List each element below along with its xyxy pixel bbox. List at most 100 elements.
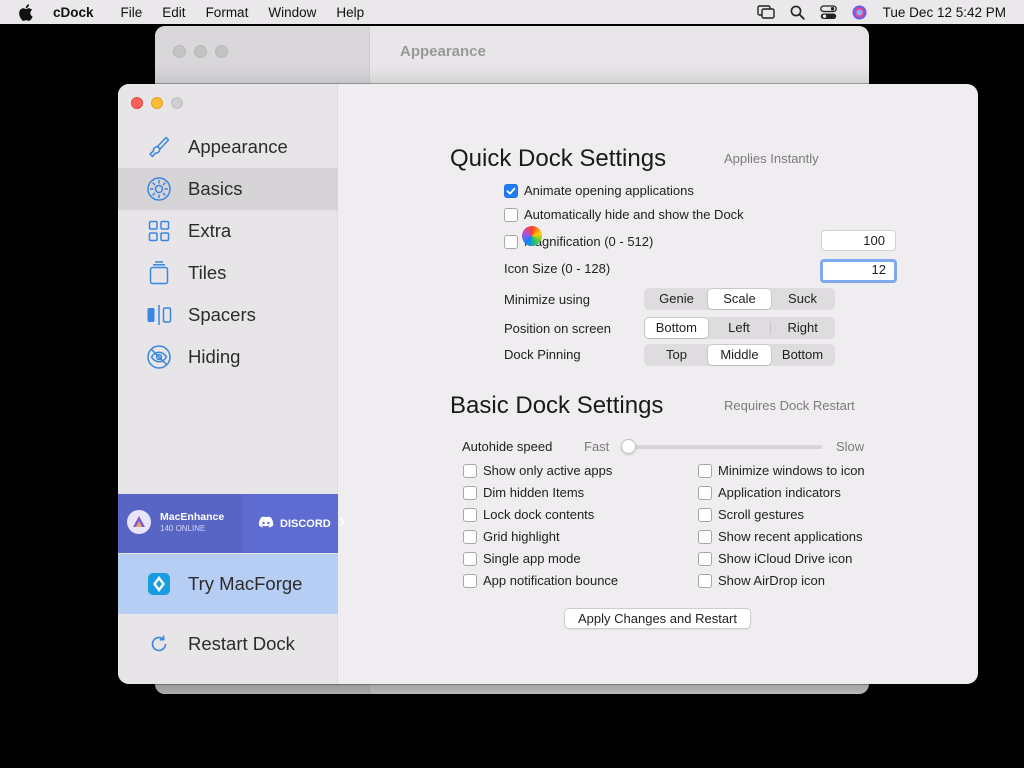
position-label: Position on screen (504, 321, 611, 336)
sidebar-item-extra[interactable]: Extra (118, 210, 338, 252)
spotlight-search-icon[interactable] (790, 5, 805, 20)
try-macforge-label: Try MacForge (188, 573, 303, 594)
menu-help[interactable]: Help (336, 5, 364, 20)
autohide-checkbox[interactable] (504, 208, 518, 222)
sidebar-item-label: Tiles (188, 262, 227, 283)
icon-size-label: Icon Size (0 - 128) (504, 261, 611, 276)
autohide-speed-slider-track[interactable] (622, 445, 822, 449)
position-left-option[interactable]: Left (708, 318, 771, 338)
tiles-icon (146, 260, 172, 286)
autohide-speed-label: Autohide speed (462, 439, 553, 454)
discord-banner[interactable]: MacEnhance 140 ONLINE DISCORD (118, 494, 345, 553)
dim-hidden-checkbox[interactable] (463, 486, 477, 500)
minimize-scale-option[interactable]: Scale (708, 289, 771, 309)
sidebar-item-hiding[interactable]: Hiding (118, 336, 338, 378)
pinning-segmented-control[interactable]: Top Middle Bottom (644, 344, 835, 366)
basic-settings-title: Basic Dock Settings (450, 392, 664, 419)
sidebar-item-tiles[interactable]: Tiles (118, 252, 338, 294)
siri-icon[interactable] (852, 5, 867, 20)
icloud-drive-label: Show iCloud Drive icon (718, 551, 853, 566)
gear-icon (146, 176, 172, 202)
menu-format[interactable]: Format (206, 5, 249, 20)
sidebar-item-basics[interactable]: Basics (118, 168, 338, 210)
minimize-suck-option[interactable]: Suck (771, 289, 834, 309)
grid-icon (146, 218, 172, 244)
discord-label: DISCORD (280, 517, 331, 530)
sidebar-item-label: Hiding (188, 346, 241, 367)
scroll-gestures-label: Scroll gestures (718, 507, 804, 522)
basics-pane: Quick Dock Settings Applies Instantly An… (339, 84, 978, 684)
airdrop-checkbox[interactable] (698, 574, 712, 588)
cdock-preferences-window: Appearance Basics Extra Tiles Spacers Hi… (118, 84, 978, 684)
background-window-title: Appearance (400, 43, 486, 60)
magnification-label: Magnification (0 - 512) (524, 234, 654, 249)
position-right-option[interactable]: Right (771, 318, 834, 338)
autohide-label: Automatically hide and show the Dock (524, 207, 744, 222)
apple-menu-icon[interactable] (18, 3, 36, 21)
apply-and-restart-button[interactable]: Apply Changes and Restart (564, 608, 751, 629)
menu-window[interactable]: Window (268, 5, 316, 20)
grid-highlight-checkbox[interactable] (463, 530, 477, 544)
scroll-gestures-checkbox[interactable] (698, 508, 712, 522)
menu-app-name[interactable]: cDock (53, 5, 94, 20)
restart-dock-button[interactable]: Restart Dock (118, 624, 338, 664)
app-indicators-checkbox[interactable] (698, 486, 712, 500)
control-center-icon[interactable] (819, 4, 837, 20)
single-app-mode-checkbox[interactable] (463, 552, 477, 566)
position-segmented-control[interactable]: Bottom Left Right (644, 317, 835, 339)
minimize-to-icon-checkbox[interactable] (698, 464, 712, 478)
screen-mirroring-icon[interactable] (756, 5, 775, 19)
recent-apps-checkbox[interactable] (698, 530, 712, 544)
busy-cursor-icon (522, 226, 542, 246)
basic-settings-note: Requires Dock Restart (724, 398, 855, 413)
grid-highlight-label: Grid highlight (483, 529, 560, 544)
try-macforge-button[interactable]: Try MacForge (118, 554, 338, 614)
hidden-eye-icon (146, 344, 172, 370)
magnification-field[interactable]: 100 (821, 230, 896, 251)
menu-edit[interactable]: Edit (162, 5, 185, 20)
autohide-speed-slider-knob[interactable] (621, 439, 636, 454)
discord-link[interactable]: DISCORD (242, 494, 345, 553)
macforge-icon (146, 571, 172, 597)
lock-contents-checkbox[interactable] (463, 508, 477, 522)
menu-clock[interactable]: Tue Dec 12 5:42 PM (883, 5, 1006, 20)
minimize-segmented-control[interactable]: Genie Scale Suck (644, 288, 835, 310)
airdrop-label: Show AirDrop icon (718, 573, 825, 588)
restart-dock-label: Restart Dock (188, 633, 295, 654)
sidebar-item-label: Extra (188, 220, 232, 241)
position-bottom-option[interactable]: Bottom (645, 318, 708, 338)
close-button[interactable] (131, 97, 143, 109)
show-active-apps-label: Show only active apps (483, 463, 613, 478)
sidebar-item-label: Spacers (188, 304, 256, 325)
animate-checkbox[interactable] (504, 184, 518, 198)
quick-settings-title: Quick Dock Settings (450, 145, 667, 172)
sidebar-item-spacers[interactable]: Spacers (118, 294, 338, 336)
icloud-drive-checkbox[interactable] (698, 552, 712, 566)
sidebar-item-appearance[interactable]: Appearance (118, 126, 338, 168)
sidebar-item-label: Appearance (188, 136, 288, 157)
dim-hidden-label: Dim hidden Items (483, 485, 585, 500)
banner-online-count: 140 ONLINE (160, 524, 206, 533)
show-active-apps-checkbox[interactable] (463, 464, 477, 478)
pinning-middle-option[interactable]: Middle (708, 345, 771, 365)
lock-contents-label: Lock dock contents (483, 507, 595, 522)
menu-bar: cDock File Edit Format Window Help Tue D… (0, 0, 1024, 24)
minimize-genie-option[interactable]: Genie (645, 289, 708, 309)
window-controls (131, 97, 183, 109)
spacer-icon (146, 302, 172, 328)
single-app-mode-label: Single app mode (483, 551, 581, 566)
minimize-button[interactable] (151, 97, 163, 109)
magnification-checkbox[interactable] (504, 235, 518, 249)
pinning-label: Dock Pinning (504, 347, 581, 362)
zoom-button[interactable] (171, 97, 183, 109)
recent-apps-label: Show recent applications (718, 529, 863, 544)
pinning-bottom-option[interactable]: Bottom (771, 345, 834, 365)
notification-bounce-checkbox[interactable] (463, 574, 477, 588)
animate-label: Animate opening applications (524, 183, 694, 198)
pinning-top-option[interactable]: Top (645, 345, 708, 365)
minimize-to-icon-label: Minimize windows to icon (718, 463, 865, 478)
minimize-label: Minimize using (504, 292, 590, 307)
menu-file[interactable]: File (121, 5, 143, 20)
discord-icon (258, 516, 274, 532)
icon-size-field[interactable]: 12 (820, 259, 897, 283)
